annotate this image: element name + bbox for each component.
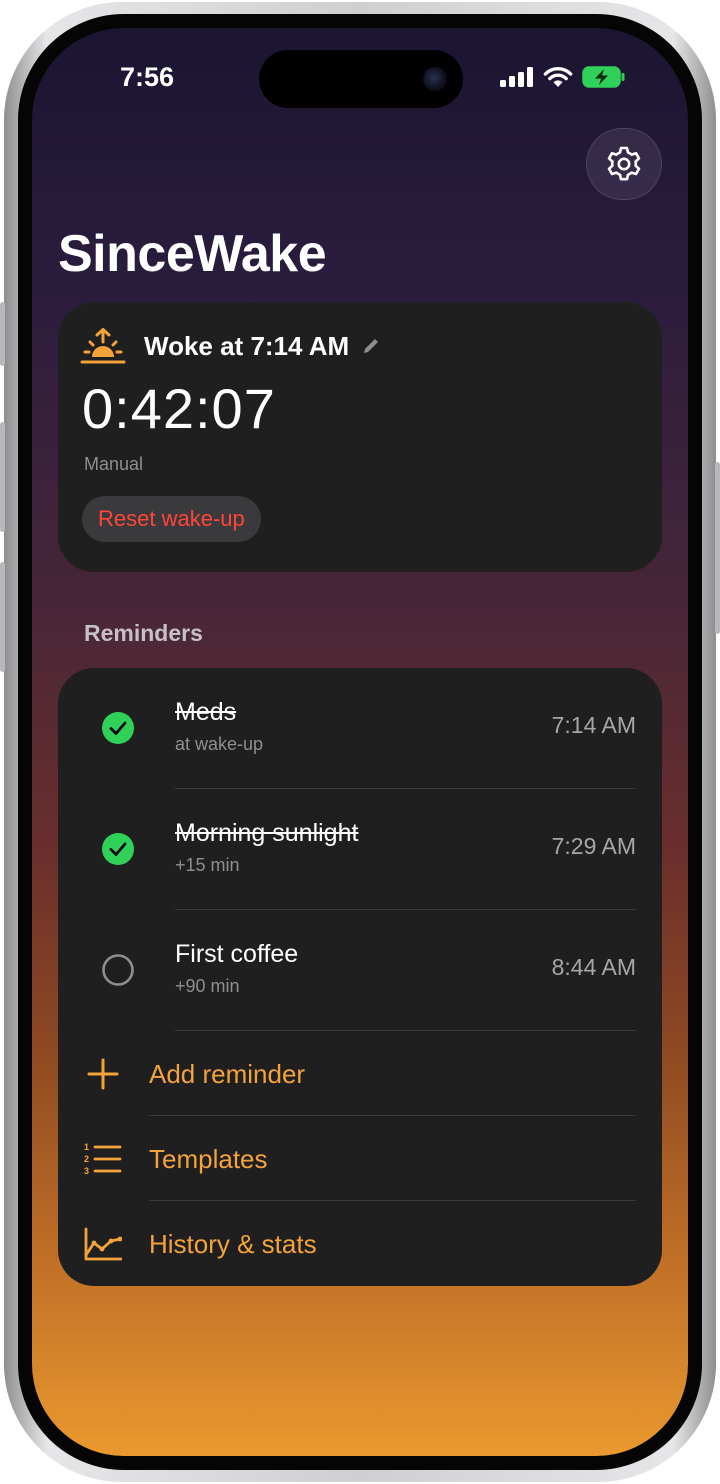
status-time: 7:56 bbox=[120, 62, 175, 92]
wake-source-label: Manual bbox=[84, 454, 144, 474]
elapsed-timer: 0:42:07 bbox=[82, 377, 276, 440]
settings-button[interactable] bbox=[586, 128, 662, 200]
templates-label: Templates bbox=[149, 1144, 268, 1174]
svg-text:1: 1 bbox=[84, 1142, 89, 1152]
wake-header: Woke at 7:14 AM bbox=[80, 328, 381, 364]
reminders-section-title: Reminders bbox=[84, 620, 203, 646]
reminder-time: 7:29 AM bbox=[551, 833, 636, 859]
reminder-offset: +90 min bbox=[175, 976, 240, 996]
history-stats-label: History & stats bbox=[149, 1229, 317, 1259]
app-title: SinceWake bbox=[58, 225, 327, 283]
reminder-offset: at wake-up bbox=[175, 734, 264, 754]
checkmark-circle-icon[interactable] bbox=[102, 712, 134, 744]
line-chart-icon bbox=[84, 1227, 122, 1261]
cellular-signal-icon bbox=[500, 67, 533, 87]
reminder-title: First coffee bbox=[175, 940, 299, 968]
pencil-icon[interactable] bbox=[361, 336, 381, 356]
screen: 7:56 SinceWake Woke at 7:14 AM 0:42:07 M… bbox=[32, 28, 688, 1456]
reset-wake-button[interactable]: Reset wake-up bbox=[82, 496, 261, 542]
gear-icon bbox=[607, 146, 641, 181]
camera-icon bbox=[423, 67, 447, 91]
svg-text:2: 2 bbox=[84, 1154, 89, 1164]
wake-time-label: Woke at 7:14 AM bbox=[144, 330, 350, 361]
reminder-row[interactable]: Meds at wake-up 7:14 AM bbox=[58, 668, 662, 788]
status-icons bbox=[500, 66, 626, 88]
history-stats-button[interactable]: History & stats bbox=[58, 1201, 662, 1286]
reminder-row[interactable]: First coffee +90 min 8:44 AM bbox=[58, 910, 662, 1030]
reminder-title: Meds bbox=[175, 698, 237, 726]
volume-down-button bbox=[0, 562, 5, 672]
reminder-offset: +15 min bbox=[175, 855, 240, 875]
add-reminder-button[interactable]: Add reminder bbox=[58, 1031, 662, 1116]
add-reminder-label: Add reminder bbox=[149, 1059, 306, 1089]
action-button bbox=[0, 302, 5, 366]
sunrise-icon bbox=[80, 328, 126, 364]
svg-text:3: 3 bbox=[84, 1166, 89, 1176]
checkmark-circle-icon[interactable] bbox=[102, 833, 134, 865]
numbered-list-icon: 1 2 3 bbox=[84, 1142, 122, 1176]
reminders-card: Meds at wake-up 7:14 AM Morning sunlight… bbox=[58, 668, 662, 1286]
empty-circle-icon[interactable] bbox=[102, 954, 134, 986]
wake-card: Woke at 7:14 AM 0:42:07 Manual Reset wak… bbox=[58, 302, 662, 572]
battery-charging-icon bbox=[582, 66, 625, 88]
power-button bbox=[715, 462, 720, 634]
dynamic-island bbox=[259, 50, 463, 108]
plus-icon bbox=[87, 1058, 119, 1090]
wifi-icon bbox=[543, 67, 573, 87]
reminder-row[interactable]: Morning sunlight +15 min 7:29 AM bbox=[58, 789, 662, 909]
reminder-time: 8:44 AM bbox=[551, 954, 636, 980]
templates-button[interactable]: 1 2 3 Templates bbox=[58, 1116, 662, 1201]
reminder-title: Morning sunlight bbox=[175, 819, 359, 847]
reminder-time: 7:14 AM bbox=[551, 712, 636, 738]
volume-up-button bbox=[0, 422, 5, 532]
